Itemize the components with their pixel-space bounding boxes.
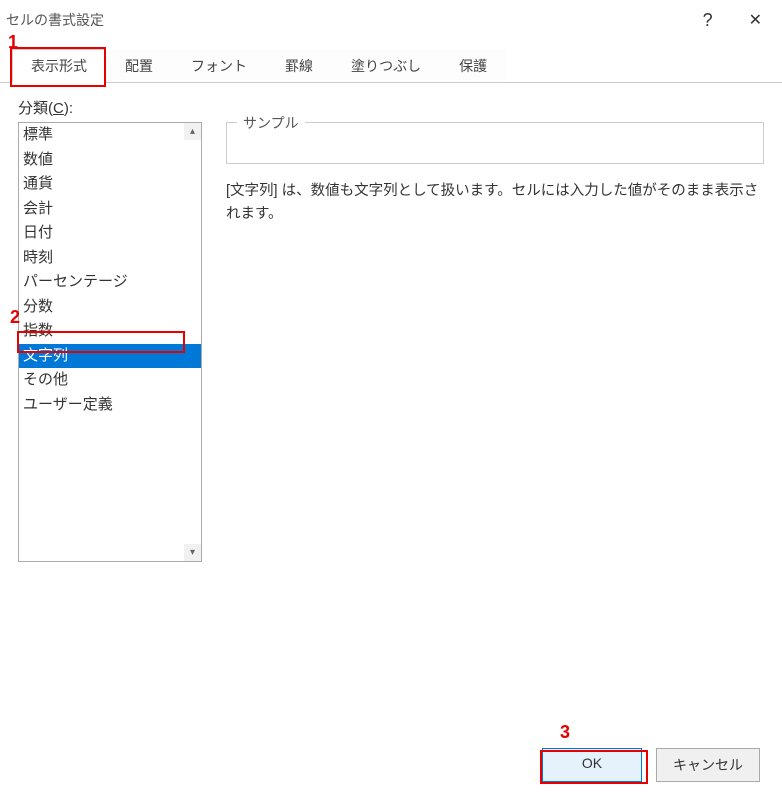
annotation-1: 1 xyxy=(8,32,18,53)
list-item[interactable]: 分数 xyxy=(19,295,201,320)
dialog-title: セルの書式設定 xyxy=(6,10,104,30)
sample-group: サンプル xyxy=(226,122,764,164)
help-icon[interactable]: ? xyxy=(703,10,713,31)
list-item[interactable]: その他 xyxy=(19,368,201,393)
scroll-up-icon[interactable]: ▴ xyxy=(184,123,201,140)
list-item[interactable]: 通貨 xyxy=(19,172,201,197)
titlebar: セルの書式設定 ? ✕ xyxy=(0,0,782,40)
tab-font[interactable]: フォント xyxy=(172,49,266,82)
tab-content: 分類(C): 2 標準 数値 通貨 会計 日付 時刻 パーセンテージ 分数 指数… xyxy=(0,83,782,562)
annotation-3: 3 xyxy=(560,722,570,743)
list-item[interactable]: 日付 xyxy=(19,221,201,246)
tab-protection[interactable]: 保護 xyxy=(440,49,506,82)
tab-border[interactable]: 罫線 xyxy=(266,49,332,82)
tab-fill[interactable]: 塗りつぶし xyxy=(332,49,440,82)
close-icon[interactable]: ✕ xyxy=(741,6,770,34)
list-item[interactable]: パーセンテージ xyxy=(19,270,201,295)
cancel-button[interactable]: キャンセル xyxy=(656,748,760,782)
annotation-2: 2 xyxy=(10,307,20,328)
right-pane: サンプル [文字列] は、数値も文字列として扱います。セルには入力した値がそのま… xyxy=(226,122,764,562)
tabstrip: 表示形式 配置 フォント 罫線 塗りつぶし 保護 xyxy=(0,46,782,82)
tab-number-format[interactable]: 表示形式 xyxy=(12,49,106,83)
list-item[interactable]: 数値 xyxy=(19,148,201,173)
list-item[interactable]: 標準 xyxy=(19,123,201,148)
list-item[interactable]: ユーザー定義 xyxy=(19,393,201,418)
format-description: [文字列] は、数値も文字列として扱います。セルには入力した値がそのまま表示され… xyxy=(226,180,764,226)
titlebar-controls: ? ✕ xyxy=(703,6,770,34)
ok-button[interactable]: OK xyxy=(542,748,642,782)
list-item-selected[interactable]: 文字列 xyxy=(19,344,201,369)
list-item[interactable]: 時刻 xyxy=(19,246,201,271)
list-item[interactable]: 会計 xyxy=(19,197,201,222)
scroll-down-icon[interactable]: ▾ xyxy=(184,544,201,561)
dialog-buttons: OK キャンセル xyxy=(542,748,760,782)
category-label: 分類(C): xyxy=(18,97,764,118)
sample-legend: サンプル xyxy=(237,113,305,133)
tab-alignment[interactable]: 配置 xyxy=(106,49,172,82)
category-listbox[interactable]: 標準 数値 通貨 会計 日付 時刻 パーセンテージ 分数 指数 文字列 その他 … xyxy=(18,122,202,562)
list-item[interactable]: 指数 xyxy=(19,319,201,344)
